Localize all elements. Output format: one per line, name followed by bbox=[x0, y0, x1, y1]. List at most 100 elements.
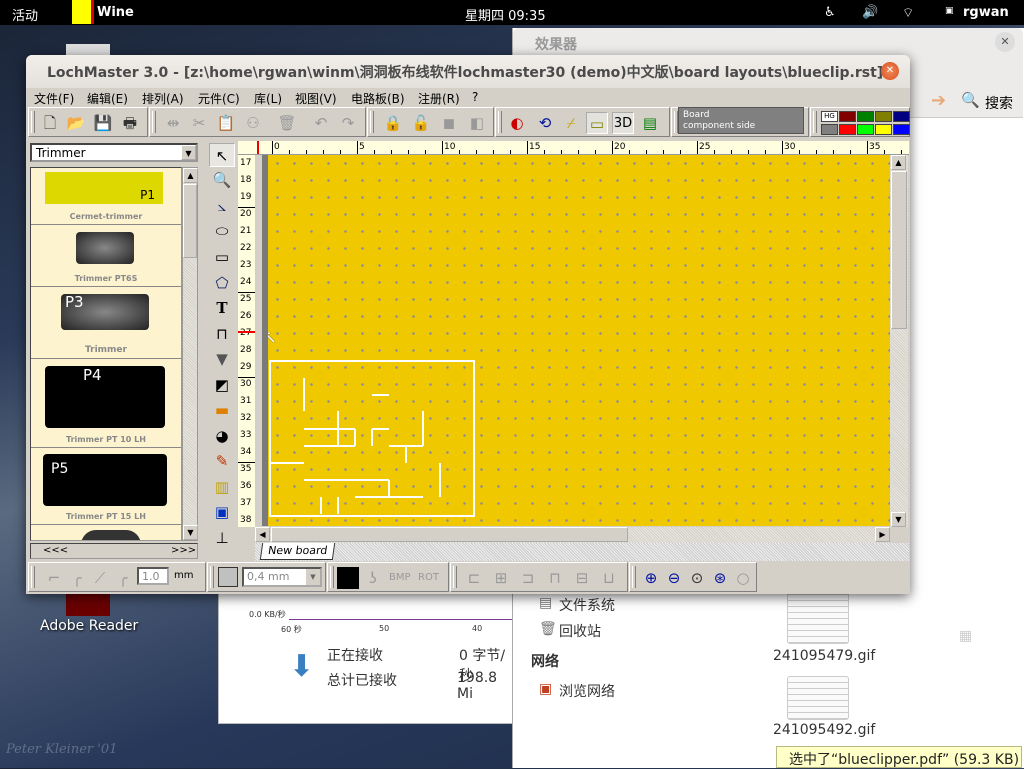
palette-swatch[interactable] bbox=[839, 124, 856, 135]
polygon-tool-icon[interactable]: ⬠ bbox=[209, 271, 235, 295]
chevron-down-icon[interactable]: ▼ bbox=[181, 145, 196, 160]
adobe-reader-label[interactable]: Adobe Reader bbox=[40, 618, 138, 634]
lock-icon[interactable]: 🔒 bbox=[382, 112, 404, 134]
delete-icon[interactable]: 🗑 bbox=[276, 112, 298, 134]
align-right-icon[interactable]: ⊐ bbox=[517, 567, 539, 589]
board-canvas[interactable]: ↖ bbox=[262, 155, 890, 526]
group-icon[interactable]: ⚇ bbox=[242, 112, 264, 134]
app-menu[interactable]: Wine bbox=[97, 5, 134, 20]
palette-custom-color[interactable]: HG bbox=[821, 111, 838, 122]
corner-round-icon[interactable]: ╭ bbox=[66, 567, 88, 589]
scroll-up-icon[interactable]: ▲ bbox=[183, 168, 198, 183]
unlock-icon[interactable]: 🔓 bbox=[410, 112, 432, 134]
cut-icon[interactable]: ✂ bbox=[188, 112, 210, 134]
track-tool-icon[interactable]: ⦣ bbox=[209, 194, 235, 218]
chevron-down-icon[interactable]: ▼ bbox=[306, 569, 320, 585]
paste-icon[interactable]: 📋 bbox=[215, 112, 237, 134]
bring-front-icon[interactable]: ◼ bbox=[438, 112, 460, 134]
wire-tool-icon[interactable]: ◩ bbox=[209, 373, 235, 397]
zoom-area-icon[interactable]: ⊛ bbox=[709, 567, 731, 589]
rot-button[interactable]: ROT bbox=[418, 572, 439, 583]
palette-swatch[interactable] bbox=[857, 124, 874, 135]
component-view-icon[interactable]: ▭ bbox=[586, 112, 608, 134]
menu-edit[interactable]: 编辑(E) bbox=[87, 90, 128, 107]
menu-help[interactable]: ? bbox=[472, 90, 478, 104]
align-top-icon[interactable]: ⊓ bbox=[544, 567, 566, 589]
file-item[interactable]: 241095492.gif bbox=[773, 722, 875, 738]
wine-icon[interactable] bbox=[72, 0, 94, 24]
wire-bridge-icon[interactable]: ⊓ bbox=[209, 322, 235, 346]
menu-arrange[interactable]: 排列(A) bbox=[142, 90, 184, 107]
horizontal-scrollbar[interactable]: ◀ ▶ bbox=[255, 527, 890, 543]
library-item[interactable]: P5 Trimmer PT 15 LH bbox=[31, 449, 181, 525]
zoom-fit-icon[interactable]: ⊙ bbox=[686, 567, 708, 589]
align-left-icon[interactable]: ⊏ bbox=[463, 567, 485, 589]
palette-swatch[interactable] bbox=[893, 124, 910, 135]
scroll-up-icon[interactable]: ▲ bbox=[891, 155, 906, 170]
palette-swatch[interactable] bbox=[821, 124, 838, 135]
scroll-right-icon[interactable]: ▶ bbox=[875, 527, 890, 542]
bmp-button[interactable]: BMP bbox=[389, 572, 411, 583]
file-thumbnail[interactable] bbox=[787, 588, 849, 644]
3d-view-button[interactable]: 3D bbox=[612, 112, 634, 134]
clock[interactable]: 星期四 09:35 bbox=[465, 5, 546, 24]
palette-swatch[interactable] bbox=[875, 111, 892, 122]
align-middle-icon[interactable]: ⊟ bbox=[571, 567, 593, 589]
corner-square-icon[interactable]: ⌐ bbox=[43, 567, 65, 589]
scrollbar-thumb[interactable] bbox=[183, 184, 197, 258]
select-arrow-icon[interactable]: ↖ bbox=[209, 143, 235, 167]
rectangle-tool-icon[interactable]: ▭ bbox=[209, 245, 235, 269]
zoom-out-icon[interactable]: ⊖ bbox=[663, 567, 685, 589]
open-folder-icon[interactable]: 📂 bbox=[65, 112, 87, 134]
sidebar-item-trash[interactable]: 回收站 bbox=[559, 621, 601, 641]
component-tool-icon[interactable]: ▣ bbox=[209, 500, 235, 524]
menu-library[interactable]: 库(L) bbox=[254, 90, 282, 107]
color-mode-icon[interactable]: ◐ bbox=[506, 112, 528, 134]
corner-diagonal-icon[interactable]: ⟋ bbox=[89, 567, 111, 589]
scrollbar-thumb[interactable] bbox=[271, 527, 628, 542]
measure-tool-icon[interactable]: ⊥ bbox=[209, 526, 235, 550]
sidebar-item-filesystem[interactable]: 文件系统 bbox=[559, 595, 615, 615]
search-icon[interactable]: 🔍 bbox=[961, 91, 980, 109]
activities-button[interactable]: 活动 bbox=[12, 5, 38, 24]
align-center-icon[interactable]: ⊞ bbox=[490, 567, 512, 589]
wifi-icon[interactable]: ⌔ bbox=[902, 5, 914, 21]
tab-new-board[interactable]: New board bbox=[259, 543, 336, 560]
vertical-scrollbar[interactable]: ▲ ▼ bbox=[890, 155, 908, 527]
stripboard-icon[interactable]: ▤ bbox=[639, 112, 661, 134]
menu-view[interactable]: 视图(V) bbox=[295, 90, 337, 107]
palette-swatch[interactable] bbox=[875, 124, 892, 135]
print-icon[interactable]: 🖶 bbox=[119, 112, 141, 134]
library-category-select[interactable]: Trimmer ▼ bbox=[30, 143, 198, 162]
grid-view-icon[interactable]: ▦ bbox=[959, 628, 972, 644]
radius-input[interactable]: 1.0 bbox=[137, 567, 169, 585]
color-button[interactable] bbox=[337, 567, 359, 589]
scroll-left-icon[interactable]: ◀ bbox=[255, 527, 270, 542]
pipette-icon[interactable]: ʖ bbox=[362, 567, 384, 589]
library-item[interactable]: P3 Trimmer bbox=[31, 288, 181, 359]
sidebar-item-browse-network[interactable]: 浏览网络 bbox=[559, 681, 615, 701]
zoom-icon[interactable]: 🔍 bbox=[209, 168, 235, 192]
menu-register[interactable]: 注册(R) bbox=[418, 90, 460, 107]
fill-color-button[interactable] bbox=[218, 567, 238, 587]
zoom-previous-icon[interactable]: ○ bbox=[732, 567, 754, 589]
hole-tool-icon[interactable]: ◕ bbox=[209, 424, 235, 448]
accessibility-icon[interactable]: ♿ bbox=[824, 5, 836, 20]
new-file-icon[interactable]: 🗋 bbox=[39, 112, 61, 134]
library-scrollbar[interactable]: ▲ ▼ bbox=[182, 167, 198, 541]
volume-icon[interactable]: 🔊 bbox=[862, 5, 878, 20]
close-icon[interactable]: ✕ bbox=[881, 62, 899, 80]
cut-strip-icon[interactable]: ▬ bbox=[209, 398, 235, 422]
library-next-button[interactable]: >>> bbox=[171, 545, 196, 556]
solder-pin-icon[interactable]: ▼ bbox=[209, 347, 235, 371]
solder-iron-icon[interactable]: ✎ bbox=[209, 449, 235, 473]
user-menu[interactable]: rgwan bbox=[963, 5, 1009, 20]
palette-swatch[interactable] bbox=[857, 111, 874, 122]
library-item[interactable]: P1 Cermet-trimmer bbox=[31, 168, 181, 225]
library-item[interactable]: P4 Trimmer PT 10 LH bbox=[31, 360, 181, 448]
board-side-indicator[interactable]: Board component side bbox=[678, 107, 804, 134]
mirror-icon[interactable]: ⇹ bbox=[162, 112, 184, 134]
file-item[interactable]: 241095479.gif bbox=[773, 648, 875, 664]
save-icon[interactable]: 💾 bbox=[92, 112, 114, 134]
palette-swatch[interactable] bbox=[839, 111, 856, 122]
